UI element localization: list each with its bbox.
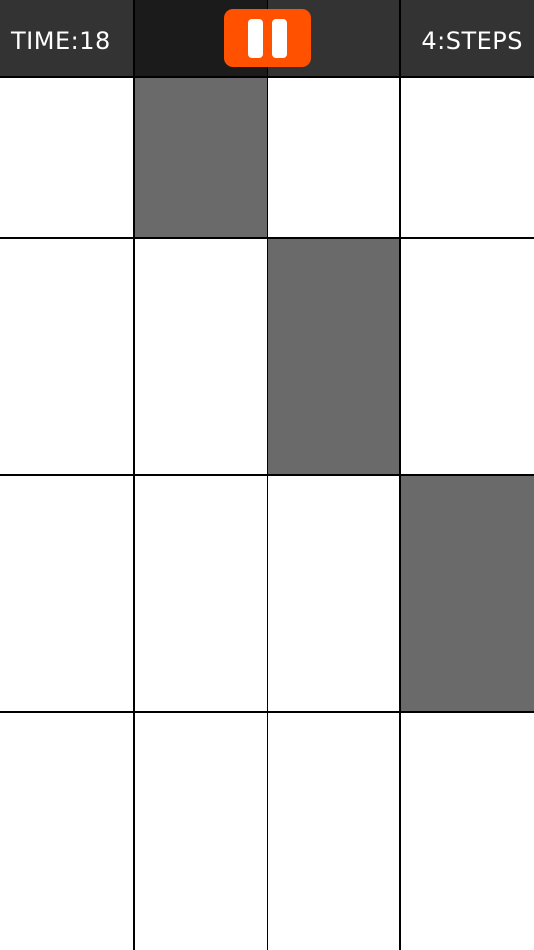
- top-bar: TIME:18 4:STEPS: [0, 0, 534, 78]
- white-tile[interactable]: [0, 239, 133, 474]
- steps-counter: 4:STEPS: [421, 27, 523, 55]
- black-tile[interactable]: [135, 78, 267, 237]
- white-tile[interactable]: [0, 713, 133, 950]
- pause-button[interactable]: [224, 9, 311, 67]
- pause-bar-right: [272, 19, 287, 58]
- white-tile[interactable]: [268, 78, 399, 237]
- white-tile[interactable]: [268, 713, 399, 950]
- white-tile[interactable]: [401, 713, 534, 950]
- black-tile[interactable]: [401, 476, 534, 711]
- white-tile[interactable]: [0, 78, 133, 237]
- steps-panel: 4:STEPS: [401, 0, 534, 76]
- white-tile[interactable]: [135, 239, 267, 474]
- white-tile[interactable]: [401, 78, 534, 237]
- white-tile[interactable]: [401, 239, 534, 474]
- pause-bar-left: [248, 19, 263, 58]
- white-tile[interactable]: [135, 713, 267, 950]
- white-tile[interactable]: [268, 476, 399, 711]
- game-screen: TIME:18 4:STEPS: [0, 0, 534, 950]
- white-tile[interactable]: [135, 476, 267, 711]
- time-panel: TIME:18: [0, 0, 133, 76]
- tile-board: [0, 78, 534, 950]
- white-tile[interactable]: [0, 476, 133, 711]
- time-counter: TIME:18: [11, 27, 111, 55]
- black-tile[interactable]: [268, 239, 399, 474]
